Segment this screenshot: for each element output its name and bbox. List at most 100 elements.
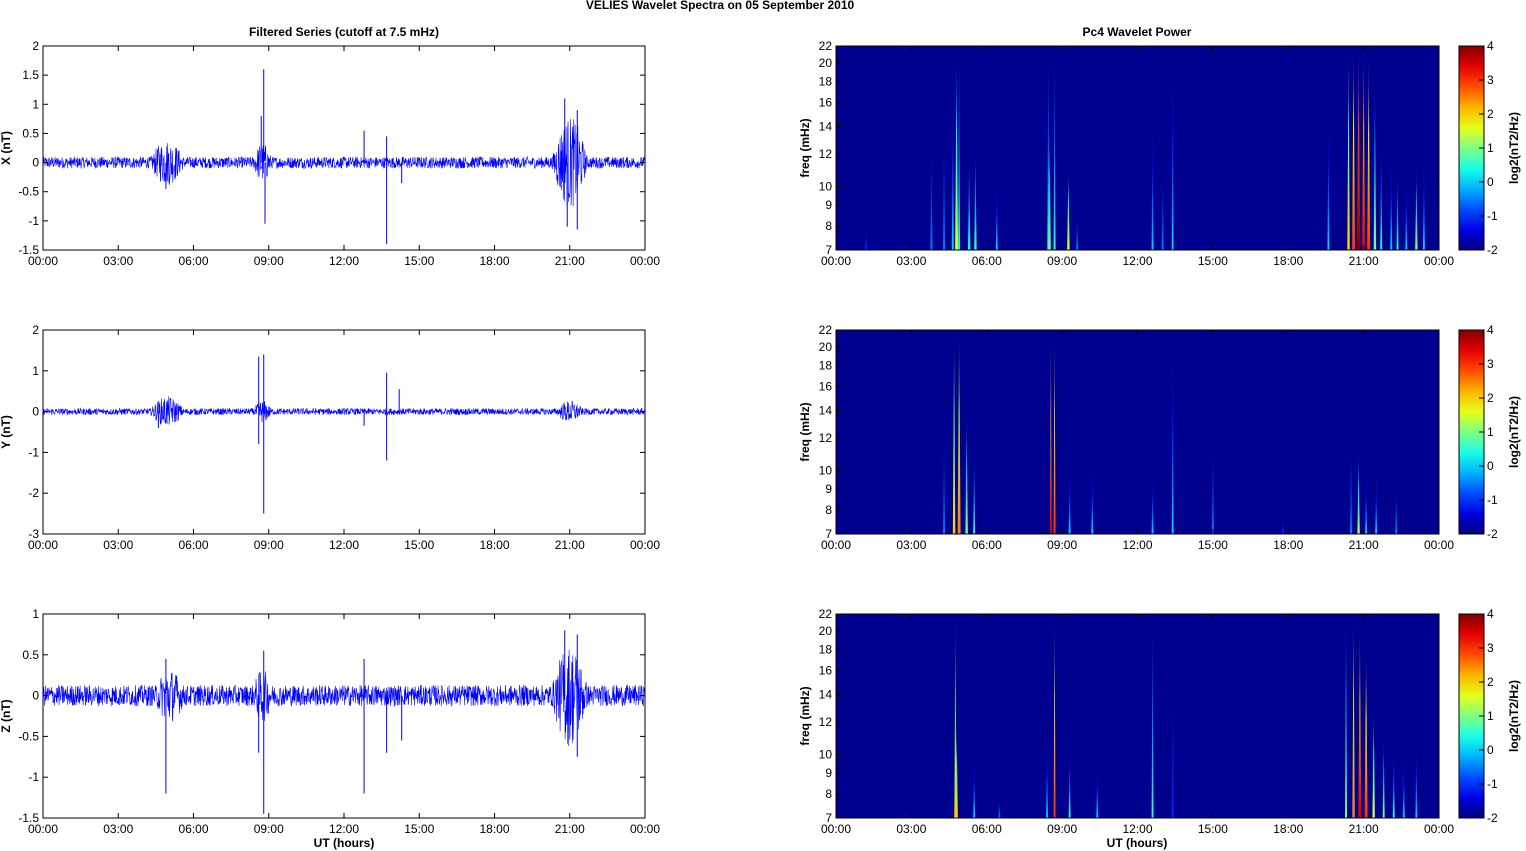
y-tick-label: 0 [32,156,39,170]
x-tick-label: 03:00 [896,254,926,268]
x-tick-label: 12:00 [1122,538,1152,552]
y-tick-label: 9 [825,198,832,212]
spectrum-background-Y power [836,330,1439,534]
colorbar-tick-label: -1 [1487,493,1498,507]
y-tick-label: 10 [819,747,833,761]
freq-axis-label: freq (mHz) [798,402,812,461]
colorbar-tick-label: 2 [1487,107,1494,121]
y-tick-label: 16 [819,96,833,110]
x-tick-label: 03:00 [896,538,926,552]
y-tick-label: 1.5 [22,68,39,82]
x-tick-label: 00:00 [1424,822,1454,836]
y-tick-label: 9 [825,766,832,780]
y-tick-label: 20 [819,624,833,638]
y-axis-label: Y (nT) [0,415,13,449]
x-tick-label: 12:00 [329,822,359,836]
x-tick-label: 06:00 [972,538,1002,552]
y-tick-label: 12 [819,431,833,445]
x-tick-label: 21:00 [555,538,585,552]
x-tick-label: 03:00 [103,254,133,268]
colorbar-tick-label: 0 [1487,743,1494,757]
y-tick-label: 9 [825,482,832,496]
x-tick-label: 12:00 [329,254,359,268]
x-tick-label: 15:00 [404,538,434,552]
y-tick-label: -1 [28,214,39,228]
x-tick-label: 21:00 [1349,254,1379,268]
x-tick-label: 00:00 [28,538,58,552]
colorbar-tick-label: 3 [1487,357,1494,371]
y-tick-label: -1 [28,770,39,784]
x-tick-label: 00:00 [28,254,58,268]
spectrum-background-Z power [836,614,1439,818]
x-tick-label: 18:00 [479,538,509,552]
right-column-title: Pc4 Wavelet Power [1083,25,1192,39]
y-tick-label: 22 [819,323,833,337]
y-tick-label: 0.5 [22,126,39,140]
x-tick-label: 15:00 [1198,538,1228,552]
y-tick-label: 18 [819,75,833,89]
colorbar-label: log2(nT2/Hz) [1507,680,1521,752]
y-tick-label: 1 [32,607,39,621]
x-tick-label: 03:00 [103,538,133,552]
y-tick-label: 16 [819,664,833,678]
x-tick-label: 21:00 [555,822,585,836]
y-tick-label: 22 [819,607,833,621]
x-tick-label: 00:00 [28,822,58,836]
x-tick-label: 09:00 [254,538,284,552]
x-tick-label: 15:00 [1198,822,1228,836]
x-tick-label: 06:00 [178,254,208,268]
figure: VELIES Wavelet Spectra on 05 September 2… [0,0,1521,850]
x-tick-label: 00:00 [821,254,851,268]
x-tick-label: 09:00 [1047,822,1077,836]
y-tick-label: 2 [32,323,39,337]
y-tick-label: 18 [819,359,833,373]
x-tick-label: 00:00 [1424,538,1454,552]
colorbar-tick-label: 3 [1487,641,1494,655]
x-tick-label: 09:00 [254,254,284,268]
x-tick-label: 06:00 [972,822,1002,836]
x-tick-label: 06:00 [178,538,208,552]
x-tick-label: 09:00 [1047,538,1077,552]
y-tick-label: 10 [819,179,833,193]
y-tick-label: 14 [819,120,833,134]
x-tick-label: 03:00 [103,822,133,836]
x-tick-label: 21:00 [1349,538,1379,552]
y-tick-label: 8 [825,503,832,517]
y-tick-label: 12 [819,715,833,729]
y-tick-label: 16 [819,380,833,394]
x-tick-label: 15:00 [404,254,434,268]
x-tick-label: 15:00 [1198,254,1228,268]
y-tick-label: 18 [819,643,833,657]
y-tick-label: 20 [819,56,833,70]
colorbar-tick-label: 4 [1487,323,1494,337]
y-axis-label: Z (nT) [0,699,13,732]
colorbar-tick-label: -2 [1487,243,1498,257]
colorbar-tick-label: 2 [1487,675,1494,689]
x-tick-label: 18:00 [1273,822,1303,836]
x-tick-label: 09:00 [254,822,284,836]
y-tick-label: -2 [28,486,39,500]
colorbar-label: log2(nT2/Hz) [1507,112,1521,184]
colorbar-tick-label: 2 [1487,391,1494,405]
colorbar-tick-label: 1 [1487,141,1494,155]
x-tick-label: 00:00 [630,538,660,552]
y-tick-label: 8 [825,219,832,233]
x-tick-label: 03:00 [896,822,926,836]
colorbar-tick-label: -1 [1487,209,1498,223]
x-tick-label: 21:00 [1349,822,1379,836]
y-tick-label: 22 [819,39,833,53]
x-tick-label: 00:00 [630,254,660,268]
plot-area-Y [42,329,646,535]
x-tick-label: 09:00 [1047,254,1077,268]
colorbar-label: log2(nT2/Hz) [1507,396,1521,468]
y-axis-label: X (nT) [0,131,13,165]
x-tick-label: 15:00 [404,822,434,836]
x-tick-label: 18:00 [479,822,509,836]
x-tick-label: 06:00 [178,822,208,836]
colorbar-tick-label: -1 [1487,777,1498,791]
y-tick-label: 8 [825,787,832,801]
colorbar-tick-label: 0 [1487,459,1494,473]
x-tick-label: 12:00 [329,538,359,552]
x-tick-label: 00:00 [821,822,851,836]
y-tick-label: 1 [32,364,39,378]
